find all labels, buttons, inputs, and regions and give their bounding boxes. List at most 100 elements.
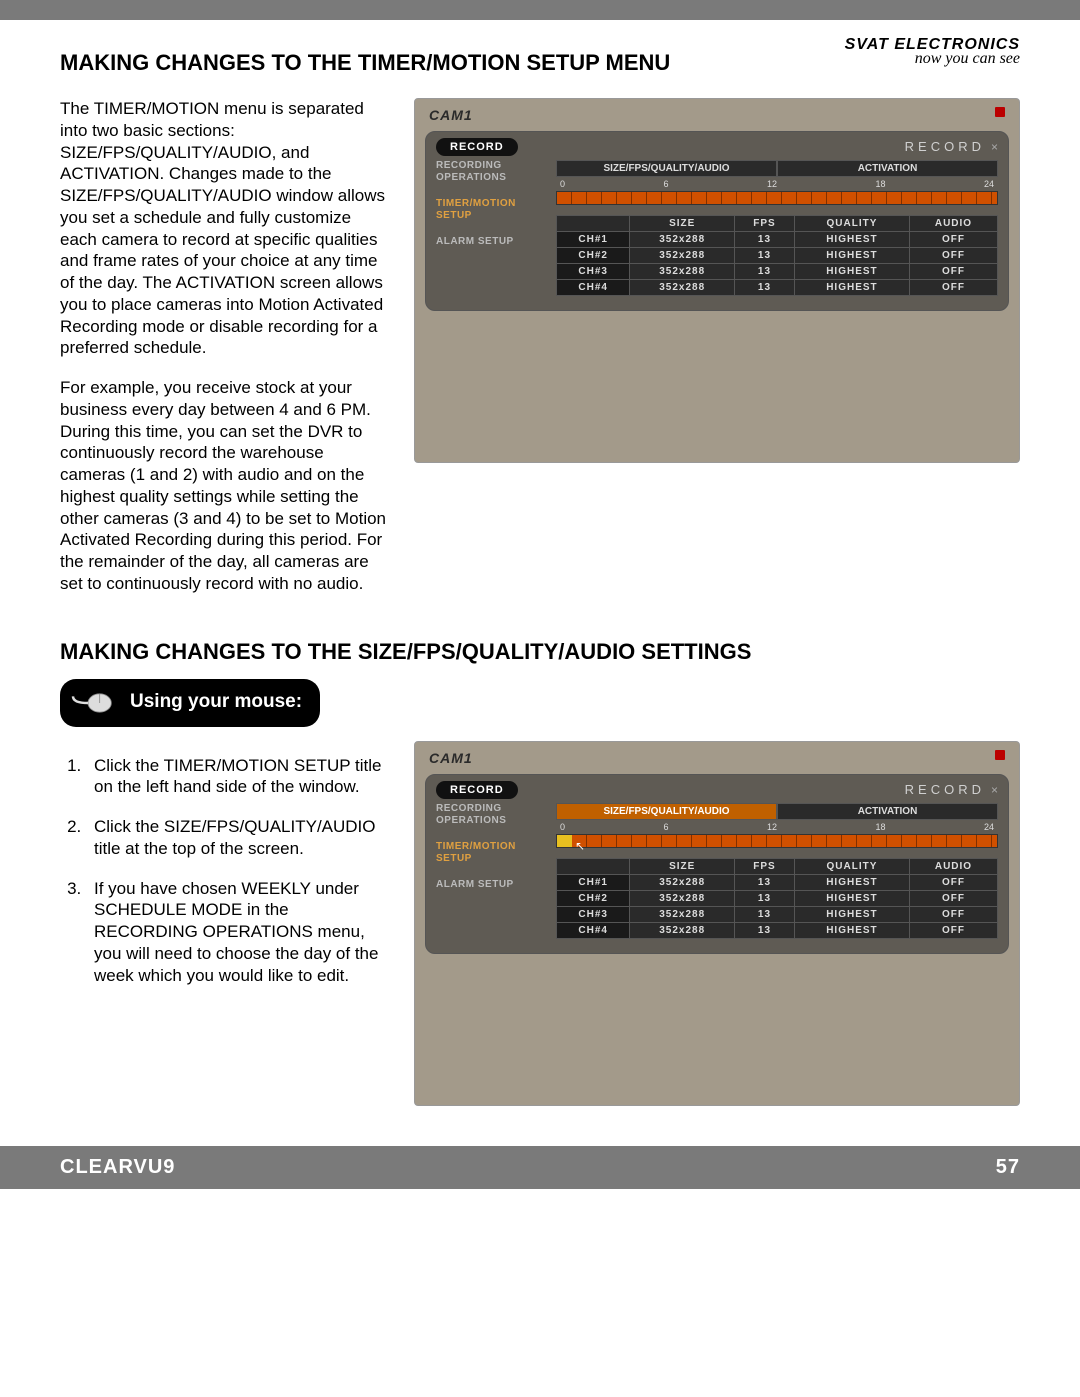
table-row-ch: CH#3 xyxy=(557,906,630,922)
table-cell: 352x288 xyxy=(630,906,735,922)
time-bar[interactable] xyxy=(556,191,998,205)
table-cell: OFF xyxy=(909,280,997,296)
table-header: AUDIO xyxy=(909,216,997,232)
para1: The TIMER/MOTION menu is separated into … xyxy=(60,98,390,359)
time-ruler: 06121824 xyxy=(556,177,998,191)
screenshot2: CAM1 RECORD RECORD × RECORDING OPERATIONS… xyxy=(414,741,1020,1106)
sidebar-item-timer-motion[interactable]: TIMER/MOTION SETUP xyxy=(436,841,546,865)
table-row-ch: CH#2 xyxy=(557,890,630,906)
panel-title-wrap: RECORD × xyxy=(905,781,998,799)
tab-activation[interactable]: ACTIVATION xyxy=(777,160,998,177)
table-cell: HIGHEST xyxy=(794,248,909,264)
close-icon[interactable]: × xyxy=(991,783,998,797)
screenshot-topbar: CAM1 xyxy=(415,99,1019,127)
table-header xyxy=(557,858,630,874)
ruler-tick: 18 xyxy=(875,179,885,189)
section2-body: Click the TIMER/MOTION SETUP title on th… xyxy=(60,741,1020,1106)
ruler-tick: 24 xyxy=(984,179,994,189)
table-cell: OFF xyxy=(909,906,997,922)
time-bar[interactable]: ↖ xyxy=(556,834,998,848)
record-button[interactable]: RECORD xyxy=(436,781,518,799)
table-cell: OFF xyxy=(909,874,997,890)
footer: CLEARVU9 57 xyxy=(0,1146,1080,1189)
table-header: FPS xyxy=(735,216,795,232)
table-header: SIZE xyxy=(630,858,735,874)
steps-list: Click the TIMER/MOTION SETUP title on th… xyxy=(60,755,390,1005)
table-cell: HIGHEST xyxy=(794,874,909,890)
panel-title: RECORD xyxy=(905,782,985,797)
table-cell: HIGHEST xyxy=(794,890,909,906)
table-header: QUALITY xyxy=(794,858,909,874)
table-cell: OFF xyxy=(909,232,997,248)
screenshot1: CAM1 RECORD RECORD× RECORDING OPERATIONS… xyxy=(414,98,1020,463)
table-cell: OFF xyxy=(909,264,997,280)
sidebar-item-recording-ops[interactable]: RECORDING OPERATIONS xyxy=(436,803,546,827)
table-cell: 13 xyxy=(735,232,795,248)
tab-activation[interactable]: ACTIVATION xyxy=(777,803,998,820)
table-header xyxy=(557,216,630,232)
table-cell: 13 xyxy=(735,922,795,938)
mouse-callout: Using your mouse: xyxy=(60,679,320,727)
table-header: FPS xyxy=(735,858,795,874)
panel-body: RECORDING OPERATIONS TIMER/MOTION SETUP … xyxy=(436,160,998,296)
cam-label: CAM1 xyxy=(429,750,473,766)
cursor-icon: ↖ xyxy=(575,839,585,853)
panel-main: SIZE/FPS/QUALITY/AUDIO ACTIVATION 0 6 12 18… xyxy=(556,803,998,939)
sidebar-item-alarm[interactable]: ALARM SETUP xyxy=(436,236,546,248)
ruler-tick: 18 xyxy=(875,822,885,832)
panel-sidebar: RECORDING OPERATIONS TIMER/MOTION SETUP … xyxy=(436,803,546,939)
table-cell: HIGHEST xyxy=(794,264,909,280)
sidebar-item-alarm[interactable]: ALARM SETUP xyxy=(436,879,546,891)
channel-table: SIZEFPSQUALITYAUDIO CH#1352x28813HIGHEST… xyxy=(556,858,998,939)
section2-title: MAKING CHANGES TO THE SIZE/FPS/QUALITY/A… xyxy=(60,639,1020,665)
channel-table: SIZEFPSQUALITYAUDIO CH#1352x28813HIGHEST… xyxy=(556,215,998,296)
table-row-ch: CH#1 xyxy=(557,874,630,890)
ruler-tick: 6 xyxy=(663,822,668,832)
tab-size[interactable]: SIZE/FPS/QUALITY/AUDIO xyxy=(556,803,777,820)
table-cell: 13 xyxy=(735,264,795,280)
table-row-ch: CH#3 xyxy=(557,264,630,280)
ruler-tick: 24 xyxy=(984,822,994,832)
panel-body: RECORDING OPERATIONS TIMER/MOTION SETUP … xyxy=(436,803,998,939)
record-panel: RECORD RECORD × RECORDING OPERATIONS TIME… xyxy=(425,774,1009,954)
table-cell: HIGHEST xyxy=(794,922,909,938)
table-row-ch: CH#4 xyxy=(557,922,630,938)
mouse-label: Using your mouse: xyxy=(130,692,302,713)
record-indicator-icon xyxy=(995,750,1005,760)
panel-header: RECORD RECORD × xyxy=(436,781,998,799)
panel-title-wrap: RECORD× xyxy=(905,138,998,156)
footer-model: CLEARVU9 xyxy=(60,1156,175,1179)
record-button[interactable]: RECORD xyxy=(436,138,518,156)
sidebar-item-recording-ops[interactable]: RECORDING OPERATIONS xyxy=(436,160,546,184)
table-cell: 352x288 xyxy=(630,232,735,248)
table-cell: HIGHEST xyxy=(794,232,909,248)
table-header: AUDIO xyxy=(909,858,997,874)
sidebar-item-timer-motion[interactable]: TIMER/MOTION SETUP xyxy=(436,198,546,222)
table-cell: OFF xyxy=(909,248,997,264)
tab-size[interactable]: SIZE/FPS/QUALITY/AUDIO xyxy=(556,160,777,177)
table-row-ch: CH#2 xyxy=(557,248,630,264)
table-header: QUALITY xyxy=(794,216,909,232)
step-2: Click the SIZE/FPS/QUALITY/AUDIO title a… xyxy=(86,816,390,860)
step-3: If you have chosen WEEKLY under SCHEDULE… xyxy=(86,878,390,987)
ruler-tick: 0 xyxy=(560,179,565,189)
table-cell: 13 xyxy=(735,890,795,906)
panel-sidebar: RECORDING OPERATIONS TIMER/MOTION SETUP … xyxy=(436,160,546,296)
table-cell: 13 xyxy=(735,906,795,922)
table-row-ch: CH#4 xyxy=(557,280,630,296)
time-ruler: 0 6 12 18 24 xyxy=(556,820,998,834)
tabs: SIZE/FPS/QUALITY/AUDIO ACTIVATION xyxy=(556,803,998,820)
table-cell: 13 xyxy=(735,248,795,264)
step-1: Click the TIMER/MOTION SETUP title on th… xyxy=(86,755,390,799)
close-icon[interactable]: × xyxy=(991,140,998,154)
top-bar xyxy=(0,0,1080,20)
screenshot2-wrap: CAM1 RECORD RECORD × RECORDING OPERATIONS… xyxy=(414,741,1020,1106)
page-content: SVAT ELECTRONICS now you can see MAKING … xyxy=(0,20,1080,1146)
section1-body: The TIMER/MOTION menu is separated into … xyxy=(60,98,1020,613)
ruler-tick: 12 xyxy=(767,822,777,832)
table-cell: HIGHEST xyxy=(794,906,909,922)
table-cell: 352x288 xyxy=(630,248,735,264)
ruler-tick: 0 xyxy=(560,822,565,832)
panel-main: SIZE/FPS/QUALITY/AUDIO ACTIVATION 061218… xyxy=(556,160,998,296)
table-cell: HIGHEST xyxy=(794,280,909,296)
